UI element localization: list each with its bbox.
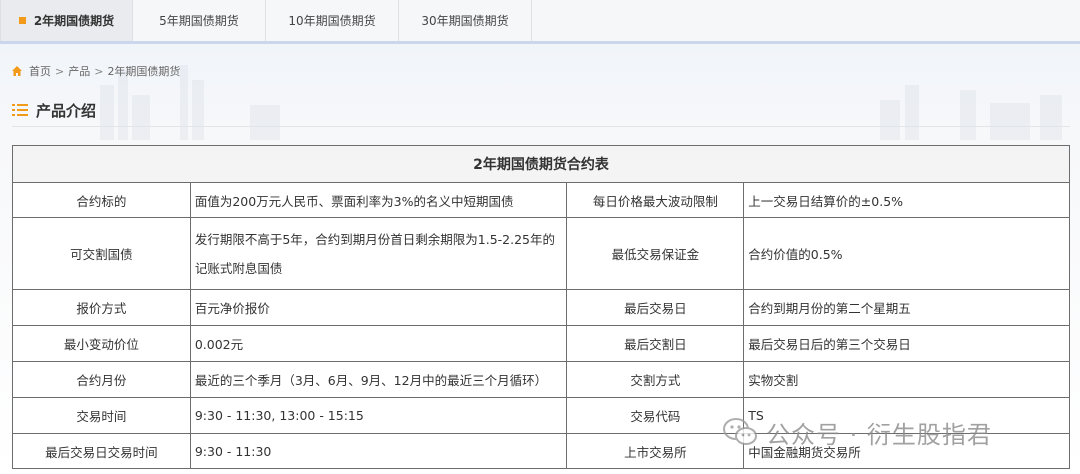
table-row: 合约标的 面值为200万元人民币、票面利率为3%的名义中短期国债 每日价格最大波… (12, 182, 1070, 218)
product-tabs: 2年期国债期货 5年期国债期货 10年期国债期货 30年期国债期货 (0, 0, 1080, 44)
table-title: 2年期国债期货合约表 (12, 145, 1070, 183)
row-value: 面值为200万元人民币、票面利率为3%的名义中短期国债 (189, 182, 568, 218)
section-title: 产品介绍 (36, 101, 97, 120)
tab-2y-treasury-futures[interactable]: 2年期国债期货 (0, 0, 133, 41)
row-label: 最后交易日 (566, 289, 745, 326)
row-label: 上市交易所 (566, 433, 745, 469)
tab-label: 30年期国债期货 (421, 14, 509, 28)
row-value: 9:30 - 11:30, 13:00 - 15:15 (189, 397, 568, 434)
table-row: 可交割国债 发行期限不高于5年，合约到期月份首日剩余期限为1.5-2.25年的记… (12, 217, 1070, 290)
row-label: 最后交割日 (566, 325, 745, 362)
list-icon (12, 104, 28, 116)
tab-30y-treasury-futures[interactable]: 30年期国债期货 (399, 0, 532, 41)
watermark-text: 公众号 · 衍生股指君 (766, 420, 992, 449)
tab-label: 2年期国债期货 (33, 14, 115, 28)
home-icon (12, 66, 22, 76)
row-value: 合约到期月份的第二个星期五 (743, 289, 1070, 326)
breadcrumb-home-link[interactable]: 首页 (29, 63, 51, 79)
breadcrumb-products-link[interactable]: 产品 (68, 63, 90, 79)
table-row: 最小变动价位 0.002元 最后交割日 最后交易日后的第三个交易日 (12, 325, 1070, 362)
active-tab-marker (18, 17, 26, 24)
row-label: 最小变动价位 (12, 325, 191, 362)
breadcrumb-current: 2年期国债期货 (107, 65, 181, 78)
tab-5y-treasury-futures[interactable]: 5年期国债期货 (133, 0, 266, 41)
tab-bar-filler (532, 0, 1080, 41)
breadcrumb-separator: > (94, 64, 104, 78)
row-value: 合约价值的0.5% (743, 217, 1070, 290)
row-value: 实物交割 (743, 361, 1070, 398)
table-row: 合约月份 最近的三个季月（3月、6月、9月、12月中的最近三个月循环） 交割方式… (12, 361, 1070, 398)
breadcrumb-separator: > (55, 64, 65, 78)
divider (12, 126, 1070, 127)
row-value: 上一交易日结算价的±0.5% (743, 182, 1070, 218)
row-label: 每日价格最大波动限制 (566, 182, 745, 218)
row-value: 百元净价报价 (189, 289, 568, 326)
table-row: 报价方式 百元净价报价 最后交易日 合约到期月份的第二个星期五 (12, 289, 1070, 326)
row-value: 最近的三个季月（3月、6月、9月、12月中的最近三个月循环） (189, 361, 568, 398)
row-value: 0.002元 (189, 325, 568, 362)
row-label: 交易代码 (566, 397, 745, 434)
row-label: 交割方式 (566, 361, 745, 398)
section-heading: 产品介绍 (12, 100, 96, 120)
row-value: 最后交易日后的第三个交易日 (743, 325, 1070, 362)
row-label: 合约月份 (12, 361, 191, 398)
tab-label: 10年期国债期货 (288, 14, 376, 28)
row-label: 交易时间 (12, 397, 191, 434)
row-value: 发行期限不高于5年，合约到期月份首日剩余期限为1.5-2.25年的记账式附息国债 (189, 217, 568, 290)
row-value: 9:30 - 11:30 (189, 433, 568, 469)
tab-10y-treasury-futures[interactable]: 10年期国债期货 (266, 0, 399, 41)
wechat-icon (723, 418, 757, 445)
row-label: 可交割国债 (12, 217, 191, 290)
row-label: 报价方式 (12, 289, 191, 326)
tab-label: 5年期国债期货 (159, 14, 239, 28)
row-label: 最低交易保证金 (566, 217, 745, 290)
breadcrumb: 首页 > 产品 > 2年期国债期货 (11, 63, 180, 79)
row-label: 最后交易日交易时间 (12, 433, 191, 469)
wechat-watermark: 公众号 · 衍生股指君 (722, 414, 992, 450)
row-label: 合约标的 (12, 182, 191, 218)
